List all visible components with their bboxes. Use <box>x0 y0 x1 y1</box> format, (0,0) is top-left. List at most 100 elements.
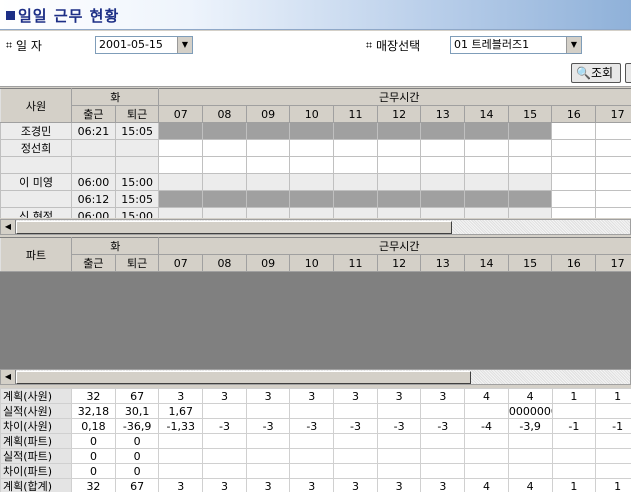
square-icon <box>6 11 15 20</box>
summary-hour: -3 <box>202 418 247 434</box>
hour-cell <box>289 122 335 140</box>
hour-cell <box>245 139 291 157</box>
col-part-header: 파트 <box>0 237 73 272</box>
in-header: 출근 <box>71 254 116 272</box>
hour-cell <box>289 156 335 174</box>
hour-cell <box>245 122 291 140</box>
hour-cell <box>376 173 422 191</box>
scroll-thumb[interactable] <box>16 221 452 234</box>
summary-hour <box>202 433 247 449</box>
hour-header: 07 <box>158 254 204 272</box>
hour-cell <box>333 122 378 140</box>
summary-row: 계획(사원) 32 67 3 3 3 3 3 3 3 4 4 1 1 <box>0 388 631 404</box>
summary-out: 67 <box>114 478 160 492</box>
hour-header: 08 <box>202 105 247 123</box>
work-time-header: 근무시간 <box>158 88 631 106</box>
hour-cell <box>507 139 553 157</box>
hour-header: 11 <box>333 254 378 272</box>
summary-hour <box>551 403 597 419</box>
staff-name <box>0 190 73 208</box>
hour-cell <box>158 156 204 174</box>
summary-hour: 3 <box>202 388 247 404</box>
day-header: 화 <box>71 237 160 255</box>
hour-cell <box>551 139 597 157</box>
summary-hour: 3 <box>333 478 378 492</box>
summary-in: 32 <box>71 388 116 404</box>
date-label: 일 자 <box>6 37 42 54</box>
summary-hour <box>507 463 553 479</box>
summary-hour <box>333 433 378 449</box>
hour-cell <box>333 190 378 208</box>
hour-header: 09 <box>245 254 291 272</box>
staff-scrollbar[interactable]: ◀ <box>0 219 631 235</box>
summary-hour <box>595 448 631 464</box>
hour-cell <box>595 139 631 157</box>
summary-hour: 4 <box>464 478 509 492</box>
search-button[interactable]: 🔍조회 <box>571 63 621 83</box>
hour-header: 09 <box>245 105 291 123</box>
summary-hour: -3 <box>333 418 378 434</box>
summary-label: 계획(합계) <box>0 478 73 492</box>
table-row[interactable]: 이 미영 06:00 15:00 <box>0 173 631 191</box>
chevron-down-icon[interactable]: ▼ <box>566 37 581 53</box>
next-button[interactable] <box>625 63 631 83</box>
arrow-left-icon[interactable]: ◀ <box>1 220 16 234</box>
hour-cell <box>376 122 422 140</box>
hour-cell <box>245 190 291 208</box>
table-row[interactable]: 정선희 <box>0 139 631 157</box>
summary-hour: 3 <box>245 478 291 492</box>
summary-hour: 3 <box>420 478 466 492</box>
scroll-thumb[interactable] <box>16 371 471 384</box>
summary-hour <box>289 448 335 464</box>
summary-hour <box>551 463 597 479</box>
hour-header: 12 <box>376 254 422 272</box>
hour-header: 11 <box>333 105 378 123</box>
filter-bar: 일 자 2001-05-15 ▼ 매장선택 01 트레블러즈1 ▼ 🔍조회 <box>0 31 631 87</box>
part-scrollbar[interactable]: ◀ <box>0 369 631 385</box>
hour-cell <box>245 207 291 218</box>
summary-hour <box>158 433 204 449</box>
summary-hour <box>202 463 247 479</box>
store-select[interactable]: 01 트레블러즈1 ▼ <box>450 36 582 54</box>
summary-label: 차이(파트) <box>0 463 73 479</box>
summary-hour <box>376 403 422 419</box>
date-select[interactable]: 2001-05-15 ▼ <box>95 36 193 54</box>
hour-cell <box>420 173 466 191</box>
bullet-icon <box>366 42 372 48</box>
summary-hour <box>464 403 509 419</box>
summary-hour <box>333 463 378 479</box>
work-time-header: 근무시간 <box>158 237 631 255</box>
table-row[interactable]: 신 현정 06:00 15:00 <box>0 207 631 218</box>
in-time <box>71 139 116 157</box>
table-row[interactable]: 06:12 15:05 <box>0 190 631 208</box>
summary-hour: -3,9 <box>507 418 553 434</box>
summary-hour: 3 <box>376 478 422 492</box>
hour-cell <box>158 139 204 157</box>
table-row[interactable] <box>0 156 631 174</box>
hour-cell <box>333 156 378 174</box>
summary-hour: 3 <box>202 478 247 492</box>
hour-cell <box>245 173 291 191</box>
hour-header: 08 <box>202 254 247 272</box>
summary-hour <box>333 448 378 464</box>
hour-cell <box>420 207 466 218</box>
summary-hour: 3 <box>289 478 335 492</box>
hour-cell <box>420 139 466 157</box>
hour-cell <box>202 207 247 218</box>
table-row[interactable]: 조경민 06:21 15:05 <box>0 122 631 140</box>
arrow-left-icon[interactable]: ◀ <box>1 370 16 384</box>
out-time: 15:05 <box>114 190 160 208</box>
staff-name <box>0 156 73 174</box>
staff-name: 조경민 <box>0 122 73 140</box>
hour-header: 15 <box>507 105 553 123</box>
hour-header: 07 <box>158 105 204 123</box>
hour-cell <box>376 156 422 174</box>
hour-cell <box>595 190 631 208</box>
out-header: 퇴근 <box>114 105 160 123</box>
summary-in: 0 <box>71 463 116 479</box>
summary-row: 계획(합계) 32 67 3 3 3 3 3 3 3 4 4 1 1 <box>0 478 631 492</box>
summary-grid: 계획(사원) 32 67 3 3 3 3 3 3 3 4 4 1 1 실적(사원) 32,18 30,1 1,67… <box>0 388 631 492</box>
chevron-down-icon[interactable]: ▼ <box>177 37 192 53</box>
hour-header: 10 <box>289 105 335 123</box>
summary-row: 실적(사원)32,1830,11,67 0000000 <box>0 403 631 419</box>
